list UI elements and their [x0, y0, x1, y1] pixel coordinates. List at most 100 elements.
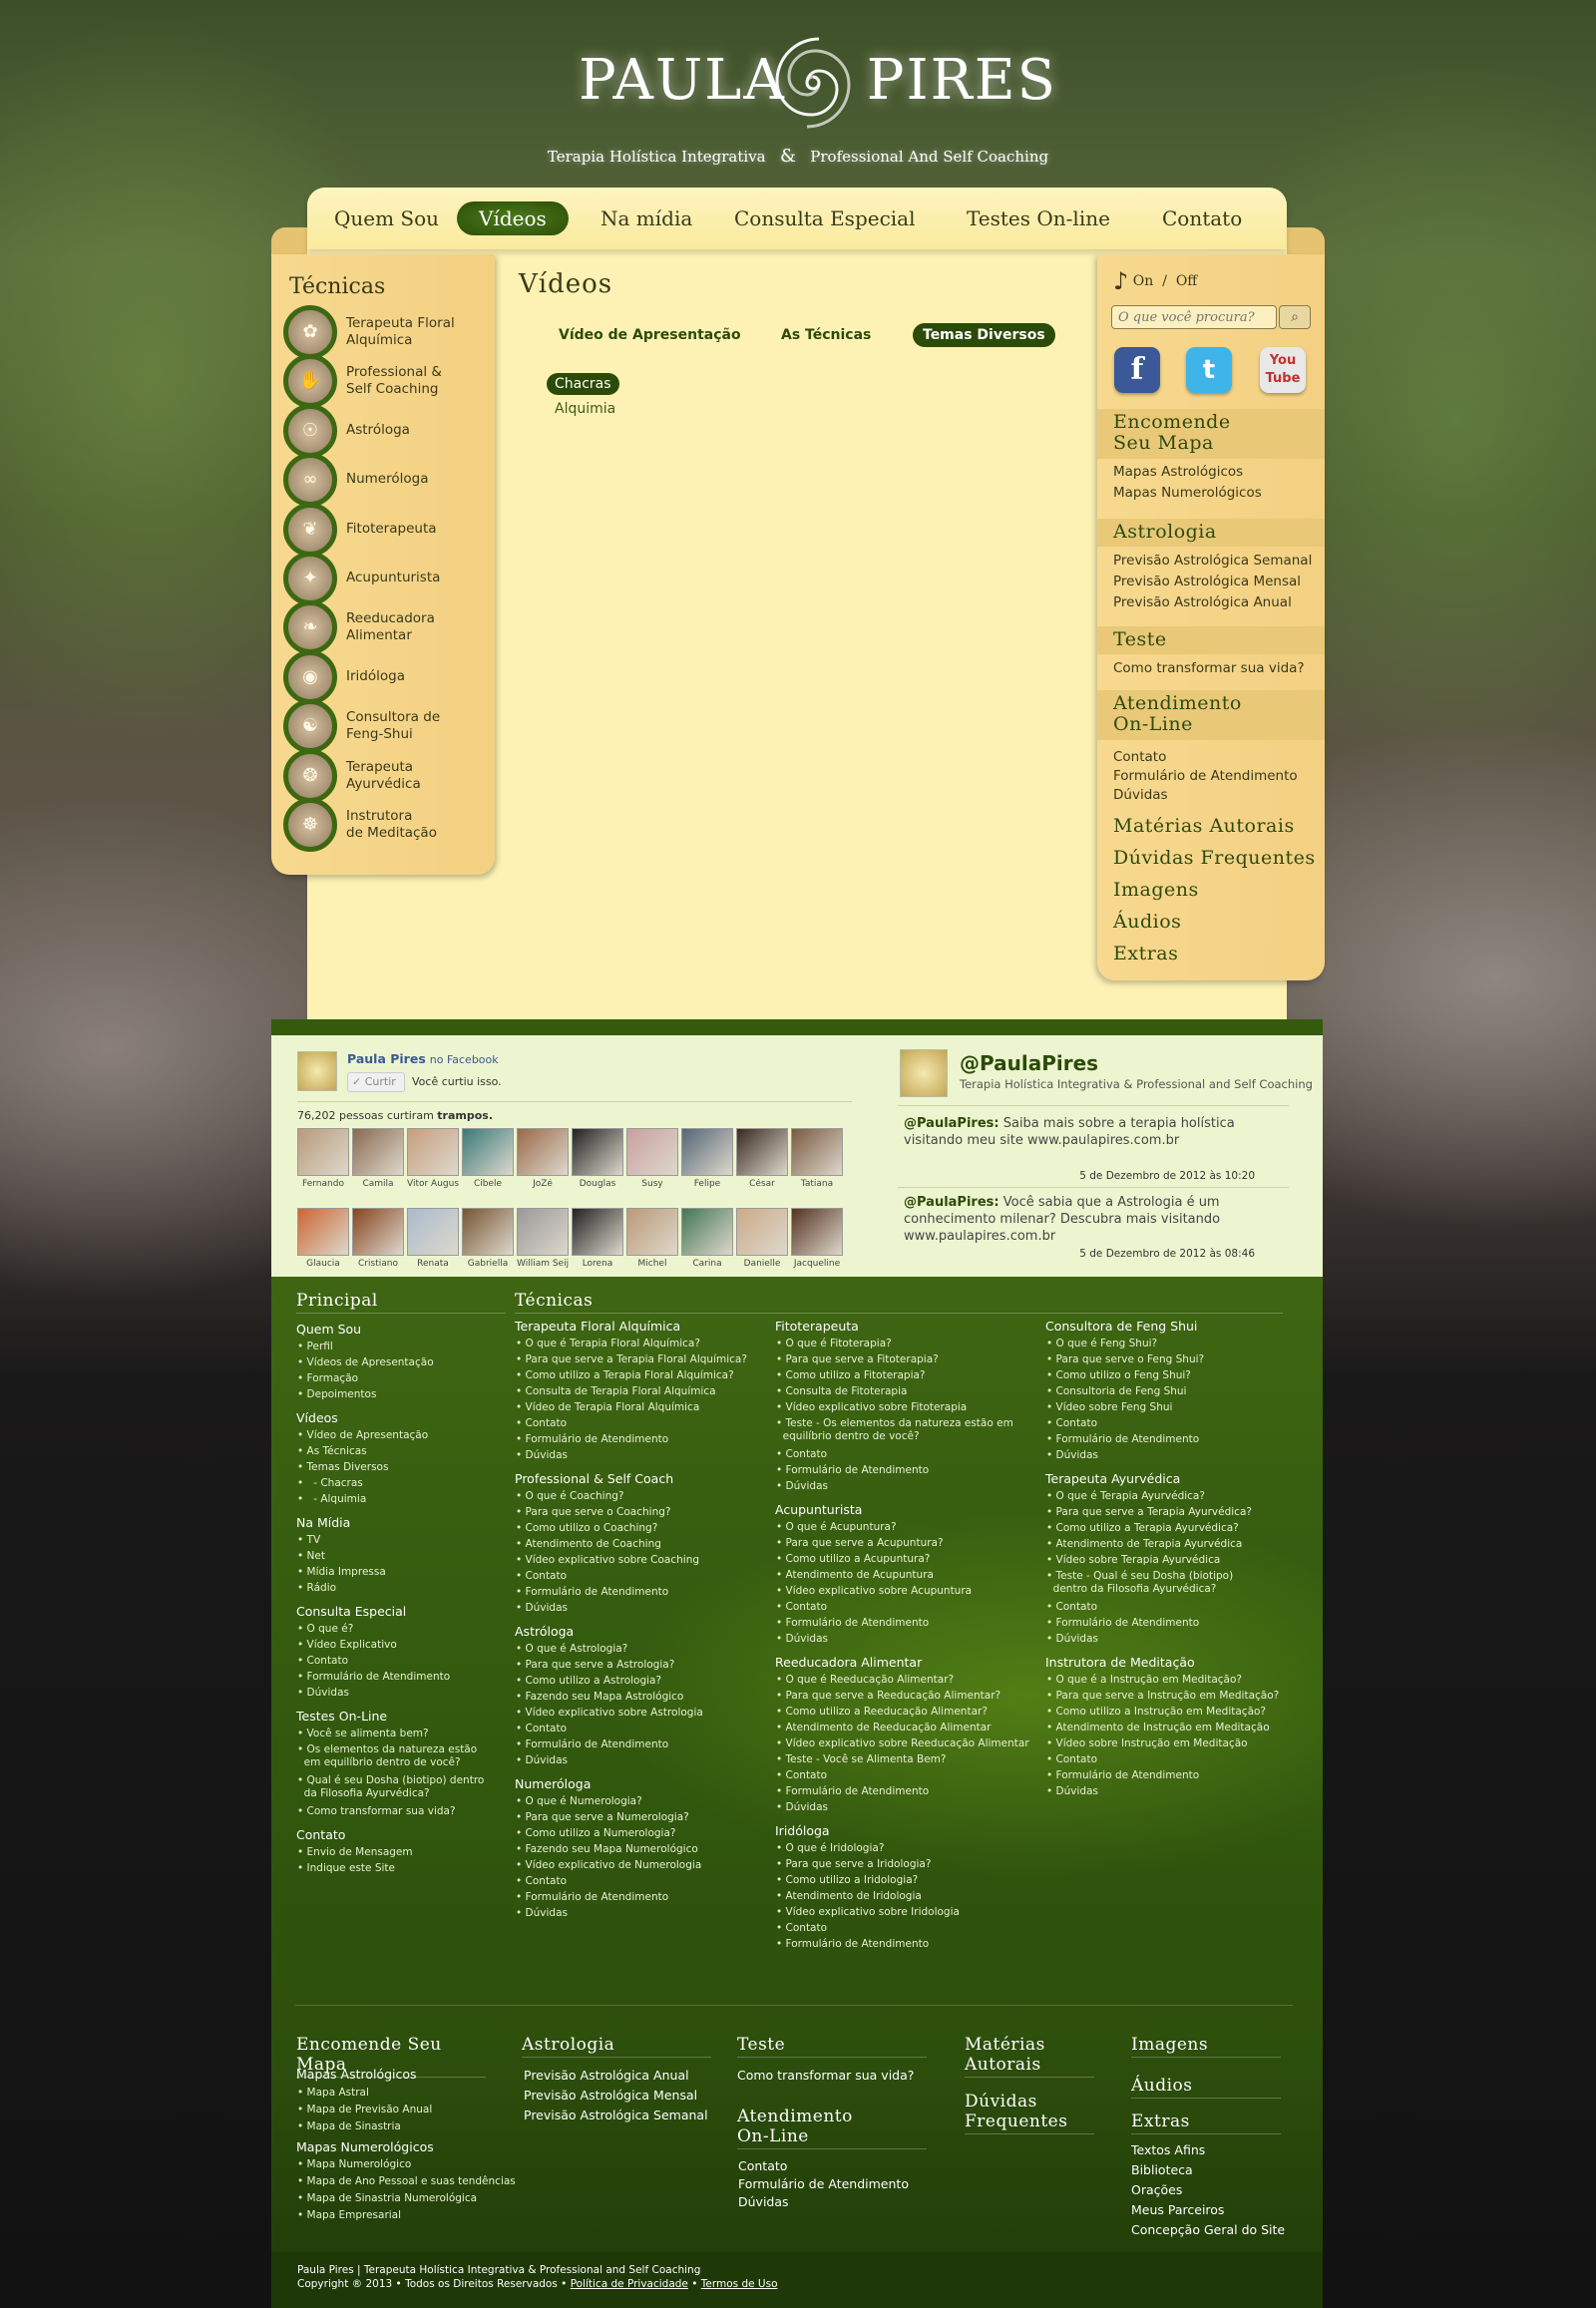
footer-link[interactable]: • Mapa de Previsão Anual [297, 2104, 432, 2116]
tab-as-tecnicas[interactable]: As Técnicas [781, 323, 871, 347]
sidebar-technique-item[interactable]: ❦ Fitoterapeuta [283, 502, 493, 557]
tweet-author[interactable]: @PaulaPires: [904, 1195, 999, 1210]
footer-link[interactable]: • Fazendo seu Mapa Astrológico [516, 1691, 683, 1704]
footer-link[interactable]: • Formulário de Atendimento [516, 1738, 668, 1751]
facebook-page-avatar[interactable] [297, 1051, 337, 1091]
fan-avatar[interactable]: Camila [352, 1128, 404, 1190]
fan-avatar[interactable]: Danielle [736, 1208, 788, 1270]
footer-link[interactable]: • Mapa de Sinastria [297, 2120, 401, 2133]
twitter-icon[interactable]: t [1186, 347, 1232, 393]
footer-link[interactable]: • Como utilizo a Iridologia? [776, 1874, 918, 1887]
footer-link[interactable]: • Como transformar sua vida? [297, 1805, 456, 1818]
sidebar-technique-item[interactable]: ✋ Professional & Self Coaching [283, 354, 493, 409]
footer-link[interactable]: • Você se alimenta bem? [297, 1728, 429, 1740]
footer-link[interactable]: • Temas Diversos [297, 1461, 388, 1474]
footer-link[interactable]: • O que é Terapia Ayurvédica? [1046, 1490, 1205, 1503]
footer-link[interactable]: • Vídeo explicativo sobre Fitoterapia [776, 1401, 967, 1414]
footer-imagens-title[interactable]: Imagens [1131, 2035, 1281, 2058]
footer-section-title[interactable]: Terapeuta Floral Alquímica [515, 1319, 680, 1334]
footer-link[interactable]: • Atendimento de Reeducação Alimentar [776, 1722, 992, 1734]
footer-link[interactable]: • Vídeo explicativo sobre Coaching [516, 1554, 699, 1567]
sidebar-technique-item[interactable]: ❧ Reeducadora Alimentar [283, 600, 493, 655]
footer-link[interactable]: • Para que serve a Iridologia? [776, 1858, 931, 1871]
footer-link[interactable]: • Atendimento de Iridologia [776, 1890, 922, 1903]
footer-link[interactable]: • Teste - Qual é seu Dosha (biotipo) den… [1046, 1570, 1233, 1596]
footer-link[interactable]: • Como utilizo o Feng Shui? [1046, 1369, 1191, 1382]
sidebar-technique-item[interactable]: ☯ Consultora de Feng-Shui [283, 699, 493, 754]
footer-link[interactable]: • Para que serve a Fitoterapia? [776, 1353, 939, 1366]
footer-link[interactable]: • Para que serve a Terapia Ayurvédica? [1046, 1506, 1252, 1519]
footer-link[interactable]: Previsão Astrológica Semanal [524, 2108, 708, 2122]
footer-link[interactable]: • Como utilizo a Fitoterapia? [776, 1369, 926, 1382]
footer-link[interactable]: • Dúvidas [516, 1449, 568, 1462]
footer-link[interactable]: • O que é Iridologia? [776, 1842, 884, 1855]
footer-link[interactable]: • Fazendo seu Mapa Numerológico [516, 1843, 698, 1856]
footer-link[interactable]: • Vídeo de Terapia Floral Alquímica [516, 1401, 699, 1414]
footer-link[interactable]: • Contato [516, 1875, 567, 1888]
facebook-icon[interactable]: f [1114, 347, 1160, 393]
footer-link[interactable]: • Dúvidas [516, 1754, 568, 1767]
footer-link[interactable]: • O que é a Instrução em Meditação? [1046, 1674, 1242, 1687]
section-title-teste[interactable]: Teste [1113, 629, 1167, 650]
footer-link[interactable]: • O que é Coaching? [516, 1490, 623, 1503]
footer-link[interactable]: • Teste - Os elementos da natureza estão… [776, 1417, 1013, 1443]
footer-link[interactable]: • Contato [1046, 1753, 1097, 1766]
footer-atendimento-title[interactable]: Atendimento On-Line [737, 2107, 927, 2149]
fan-avatar[interactable]: Fernando [297, 1128, 349, 1190]
nav-testes-online[interactable]: Testes On-line [967, 201, 1110, 235]
link-mapas-numerologicos[interactable]: Mapas Numerológicos [1113, 485, 1262, 501]
music-off-button[interactable]: Off [1176, 273, 1197, 289]
footer-section-title[interactable]: Acupunturista [775, 1502, 862, 1517]
footer-link[interactable]: • Net [297, 1550, 325, 1563]
footer-link[interactable]: • Mapa de Ano Pessoal e suas tendências [297, 2175, 516, 2188]
footer-link[interactable]: • Qual é seu Dosha (biotipo) dentro da F… [297, 1774, 484, 1800]
footer-teste-link[interactable]: Como transformar sua vida? [737, 2068, 914, 2083]
footer-link[interactable]: • Vídeo explicativo sobre Astrologia [516, 1707, 703, 1720]
footer-link[interactable]: • Dúvidas [1046, 1785, 1098, 1798]
footer-section-title[interactable]: Fitoterapeuta [775, 1319, 859, 1334]
footer-link[interactable]: • Contato [516, 1723, 567, 1735]
footer-link[interactable]: • Para que serve o Coaching? [516, 1506, 670, 1519]
fan-avatar[interactable]: Tatiana [791, 1128, 843, 1190]
footer-link[interactable]: • Formulário de Atendimento [1046, 1769, 1199, 1782]
footer-section-title[interactable]: Consulta Especial [296, 1604, 406, 1619]
footer-section-title[interactable]: Numeróloga [515, 1776, 591, 1791]
footer-materias-title[interactable]: Matérias Autorais [965, 2035, 1094, 2078]
footer-link[interactable]: • - Chacras [297, 1477, 363, 1490]
footer-link[interactable]: • Formulário de Atendimento [776, 1617, 929, 1630]
footer-link[interactable]: • Formação [297, 1372, 358, 1385]
nav-videos[interactable]: Vídeos [457, 201, 569, 235]
footer-link[interactable]: • Mídia Impressa [297, 1566, 386, 1579]
footer-link[interactable]: • Como utilizo a Instrução em Meditação? [1046, 1706, 1266, 1719]
fan-avatar[interactable]: Felipe [681, 1128, 733, 1190]
link-extras[interactable]: Extras [1113, 944, 1178, 964]
footer-link[interactable]: • Os elementos da natureza estão em equi… [297, 1743, 477, 1769]
subtab-alquimia[interactable]: Alquimia [555, 401, 615, 417]
footer-link[interactable]: • Como utilizo o Coaching? [516, 1522, 657, 1535]
footer-link[interactable]: • Contato [516, 1570, 567, 1583]
footer-link[interactable]: Previsão Astrológica Mensal [524, 2088, 697, 2103]
twitter-avatar[interactable] [900, 1049, 948, 1097]
footer-link[interactable]: • Mapa de Sinastria Numerológica [297, 2192, 477, 2205]
link-audios[interactable]: Áudios [1113, 912, 1181, 933]
search-button[interactable]: ⌕ [1279, 305, 1311, 329]
footer-link[interactable]: Meus Parceiros [1131, 2202, 1224, 2217]
footer-link[interactable]: • Como utilizo a Reeducação Alimentar? [776, 1706, 988, 1719]
sidebar-technique-item[interactable]: ☸ Instrutora de Meditação [283, 798, 493, 852]
footer-link[interactable]: • Dúvidas [1046, 1633, 1098, 1646]
sidebar-technique-item[interactable]: ☉ Astróloga [283, 403, 493, 458]
footer-link[interactable]: Biblioteca [1131, 2162, 1193, 2177]
footer-link[interactable]: • Vídeo explicativo sobre Acupuntura [776, 1585, 972, 1598]
footer-section-title[interactable]: Contato [296, 1827, 345, 1842]
nav-quem-sou[interactable]: Quem Sou [334, 201, 439, 235]
footer-link[interactable]: • Atendimento de Acupuntura [776, 1569, 934, 1582]
sidebar-technique-item[interactable]: ∞ Numeróloga [283, 453, 493, 508]
footer-link[interactable]: • Como utilizo a Terapia Floral Alquímic… [516, 1369, 734, 1382]
footer-link[interactable]: Textos Afins [1131, 2142, 1205, 2157]
footer-link[interactable]: • Para que serve a Numerologia? [516, 1811, 689, 1824]
footer-link[interactable]: • Para que serve a Reeducação Alimentar? [776, 1690, 1000, 1703]
footer-extras-title[interactable]: Extras [1131, 2112, 1281, 2134]
footer-link[interactable]: • O que é Terapia Floral Alquímica? [516, 1338, 700, 1350]
link-previsao-semanal[interactable]: Previsão Astrológica Semanal [1113, 553, 1312, 569]
footer-link[interactable]: • Contato [297, 1655, 348, 1668]
